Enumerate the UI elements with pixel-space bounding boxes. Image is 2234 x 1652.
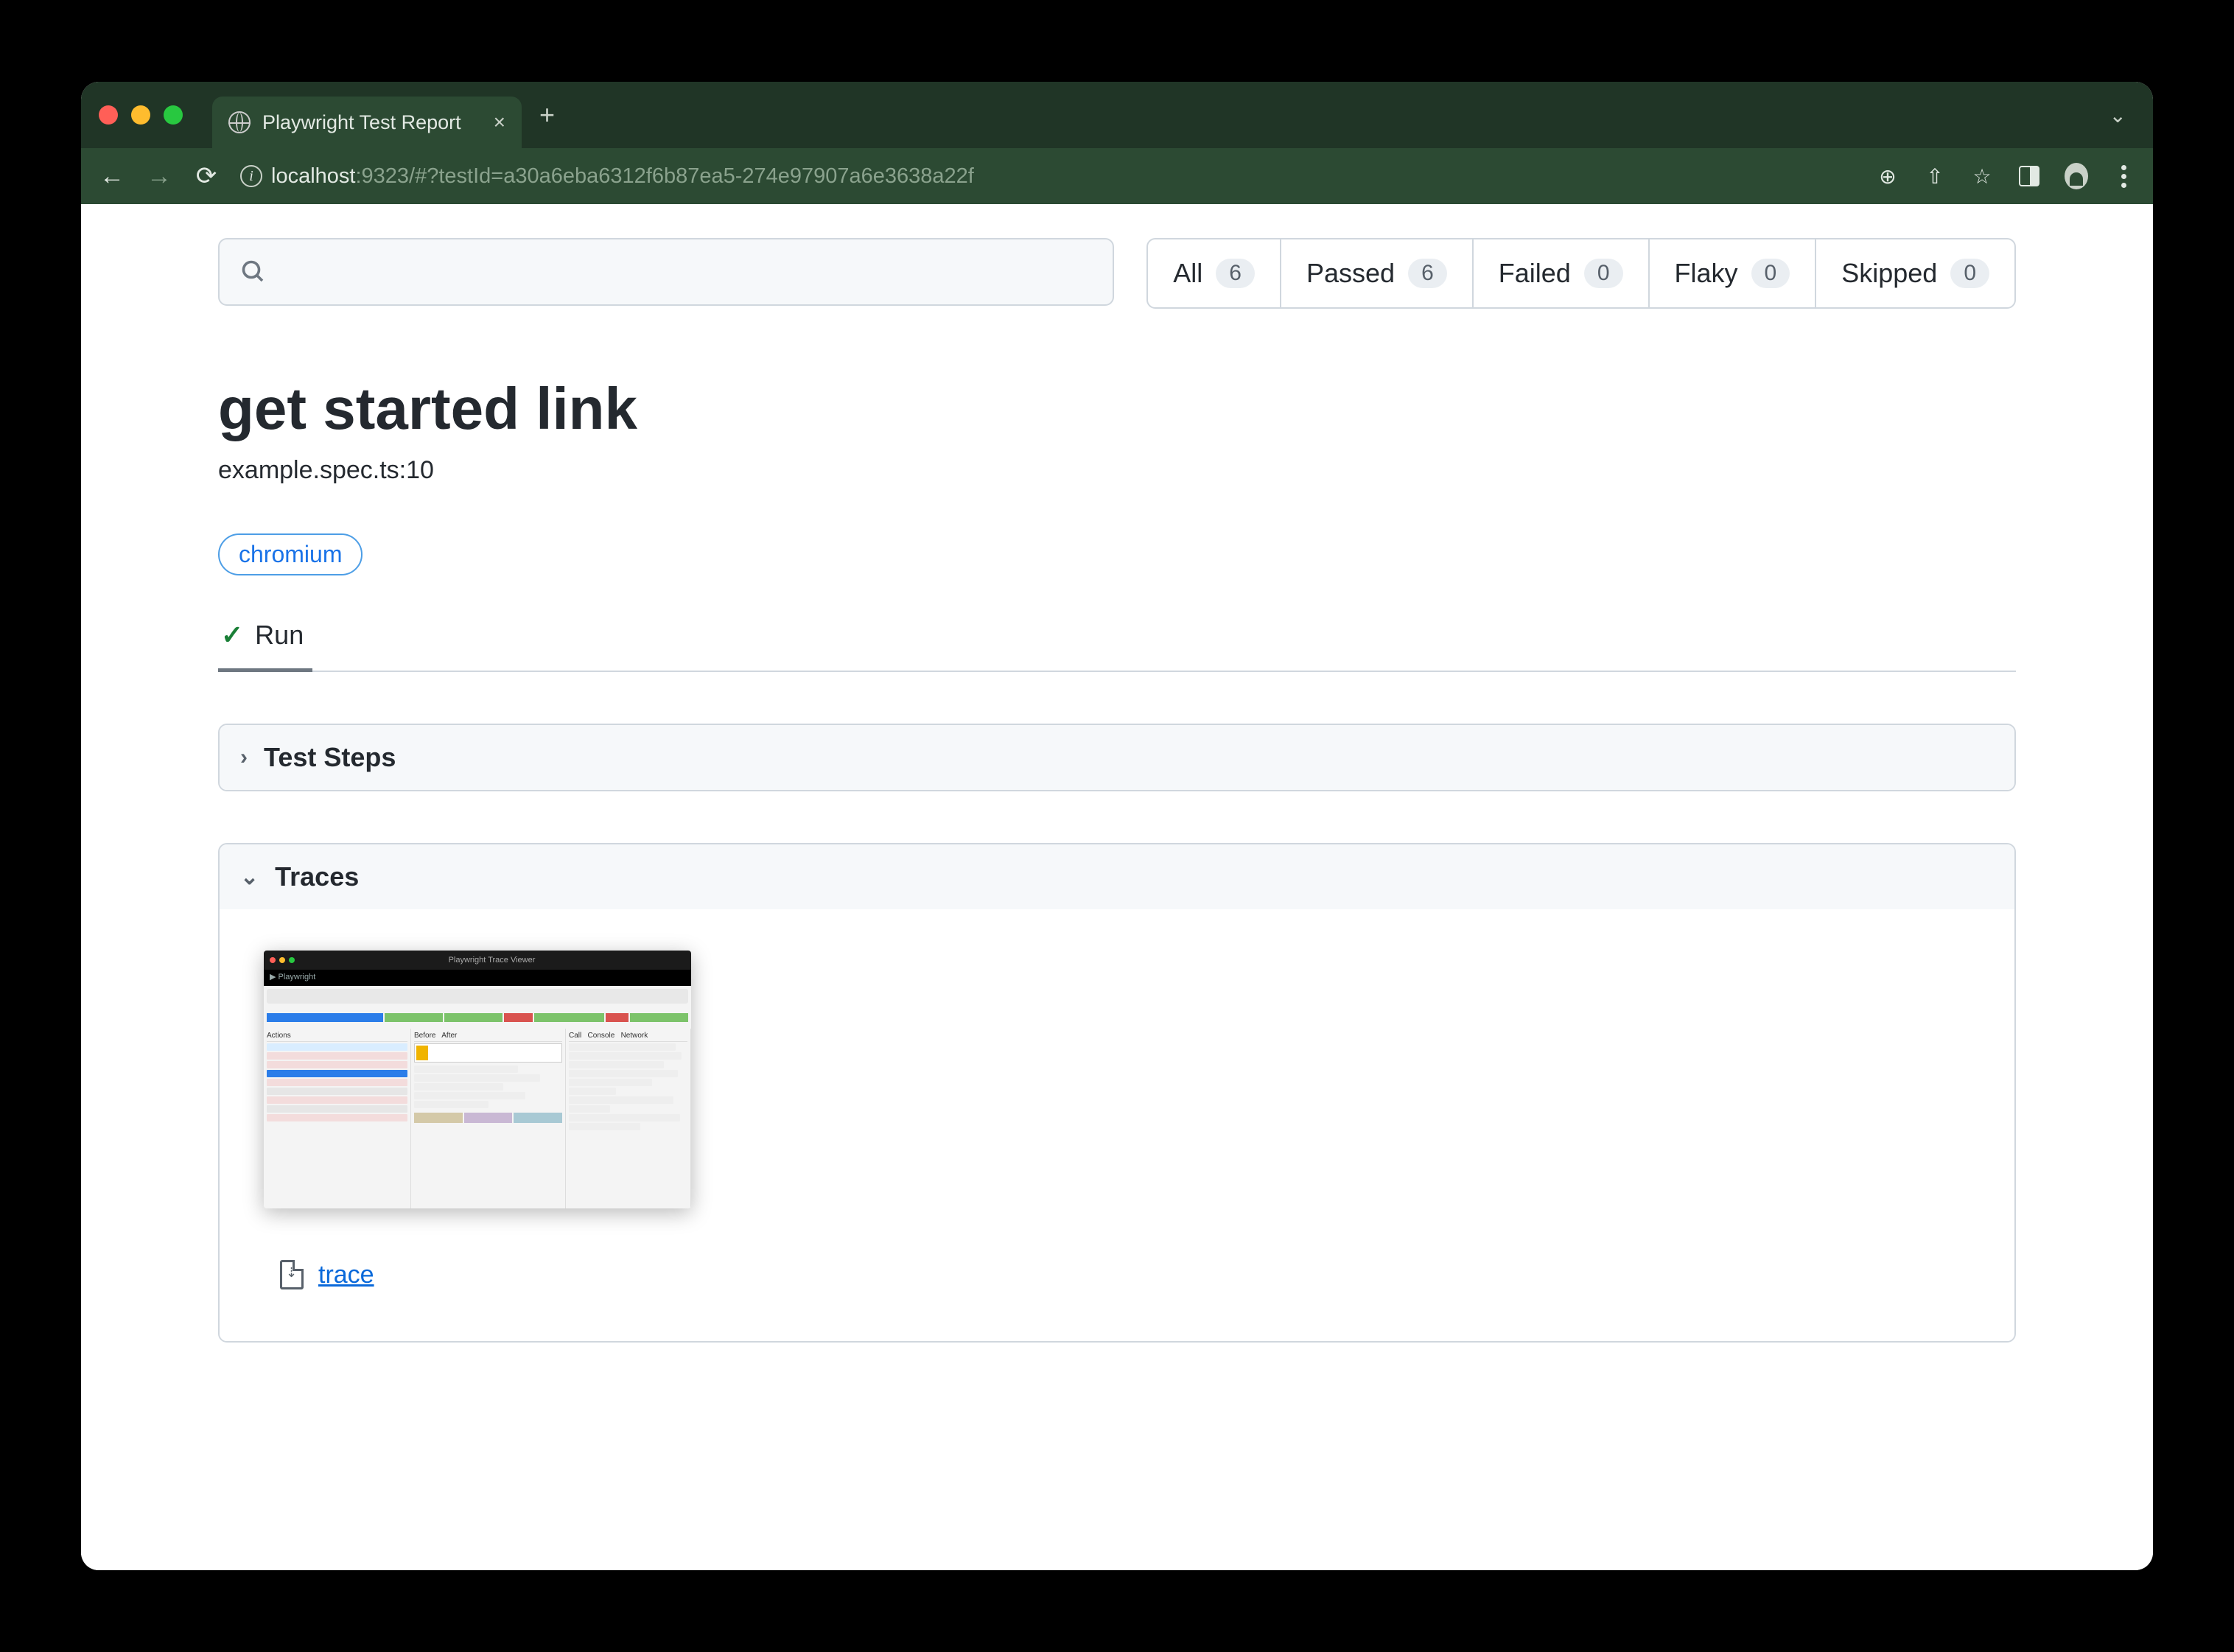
filter-count: 0: [1584, 259, 1623, 288]
globe-icon: [228, 111, 251, 133]
window-minimize-button[interactable]: [131, 105, 150, 125]
section-title: Test Steps: [264, 742, 396, 773]
traces-section: ⌄ Traces Playwright Trace Viewer ▶ Playw…: [218, 843, 2016, 1343]
run-tabs: ✓ Run: [218, 608, 2016, 672]
browser-toolbar: ← → ⟳ i localhost:9323/#?testId=a30a6eba…: [81, 148, 2153, 204]
traces-header[interactable]: ⌄ Traces: [220, 844, 2014, 909]
search-icon: [240, 259, 267, 285]
filter-label: Flaky: [1675, 258, 1738, 289]
filter-all[interactable]: All 6: [1148, 239, 1281, 307]
filter-label: All: [1173, 258, 1202, 289]
test-header: get started link example.spec.ts:10: [218, 375, 2016, 485]
site-info-icon[interactable]: i: [240, 165, 262, 187]
back-button[interactable]: ←: [99, 163, 125, 189]
trace-thumbnail[interactable]: Playwright Trace Viewer ▶ Playwright: [264, 951, 691, 1208]
filter-count: 0: [1751, 259, 1790, 288]
section-title: Traces: [275, 861, 359, 892]
browser-window: Playwright Test Report × + ⌄ ← → ⟳ i loc…: [81, 82, 2153, 1570]
url-path: :9323/#?testId=a30a6eba6312f6b87ea5-274e…: [355, 164, 973, 188]
browser-menu-kebab-icon[interactable]: [2112, 164, 2135, 188]
run-tab-label: Run: [255, 620, 304, 651]
filter-failed[interactable]: Failed 0: [1474, 239, 1650, 307]
browser-action-icons: ⊕ ⇧ ☆: [1876, 164, 2135, 188]
search-input[interactable]: [279, 259, 1092, 286]
reload-button[interactable]: ⟳: [193, 163, 220, 189]
filter-passed[interactable]: Passed 6: [1281, 239, 1474, 307]
address-bar[interactable]: i localhost:9323/#?testId=a30a6eba6312f6…: [240, 164, 1838, 189]
filter-count: 6: [1408, 259, 1447, 288]
trace-file-icon: [280, 1260, 304, 1289]
test-steps-section: › Test Steps: [218, 724, 2016, 791]
tab-close-icon[interactable]: ×: [494, 111, 505, 134]
test-steps-header[interactable]: › Test Steps: [220, 725, 2014, 790]
report-header-row: All 6 Passed 6 Failed 0 Flaky 0: [218, 238, 2016, 309]
test-location: example.spec.ts:10: [218, 456, 2016, 485]
status-filters: All 6 Passed 6 Failed 0 Flaky 0: [1146, 238, 2016, 309]
chevron-down-icon: ⌄: [240, 864, 259, 890]
browser-tab-active[interactable]: Playwright Test Report ×: [212, 97, 522, 148]
page-content: All 6 Passed 6 Failed 0 Flaky 0: [81, 204, 2153, 1570]
checkmark-icon: ✓: [221, 620, 243, 651]
window-close-button[interactable]: [99, 105, 118, 125]
trace-link[interactable]: trace: [318, 1261, 374, 1289]
trace-link-row: trace: [264, 1260, 1970, 1289]
profile-avatar-icon[interactable]: [2065, 164, 2088, 188]
filter-label: Skipped: [1841, 258, 1937, 289]
tab-title: Playwright Test Report: [262, 111, 461, 134]
filter-count: 6: [1216, 259, 1255, 288]
new-tab-button[interactable]: +: [539, 99, 555, 130]
filter-label: Passed: [1306, 258, 1395, 289]
filter-count: 0: [1950, 259, 1989, 288]
filter-flaky[interactable]: Flaky 0: [1650, 239, 1817, 307]
project-tag-chip[interactable]: chromium: [218, 533, 363, 575]
tab-list-caret-icon[interactable]: ⌄: [2109, 103, 2126, 127]
search-box[interactable]: [218, 238, 1114, 306]
forward-button[interactable]: →: [146, 163, 172, 189]
run-tab[interactable]: ✓ Run: [218, 608, 312, 672]
url-host: localhost: [271, 164, 355, 188]
bookmark-star-icon[interactable]: ☆: [1970, 164, 1994, 188]
window-maximize-button[interactable]: [164, 105, 183, 125]
window-controls: [99, 105, 183, 125]
filter-skipped[interactable]: Skipped 0: [1816, 239, 2014, 307]
browser-tab-strip: Playwright Test Report × + ⌄: [81, 82, 2153, 148]
side-panel-icon[interactable]: [2017, 164, 2041, 188]
traces-body: Playwright Trace Viewer ▶ Playwright: [220, 909, 2014, 1341]
test-title: get started link: [218, 375, 2016, 443]
chevron-right-icon: ›: [240, 745, 248, 770]
zoom-icon[interactable]: ⊕: [1876, 164, 1899, 188]
filter-label: Failed: [1499, 258, 1571, 289]
share-icon[interactable]: ⇧: [1923, 164, 1947, 188]
